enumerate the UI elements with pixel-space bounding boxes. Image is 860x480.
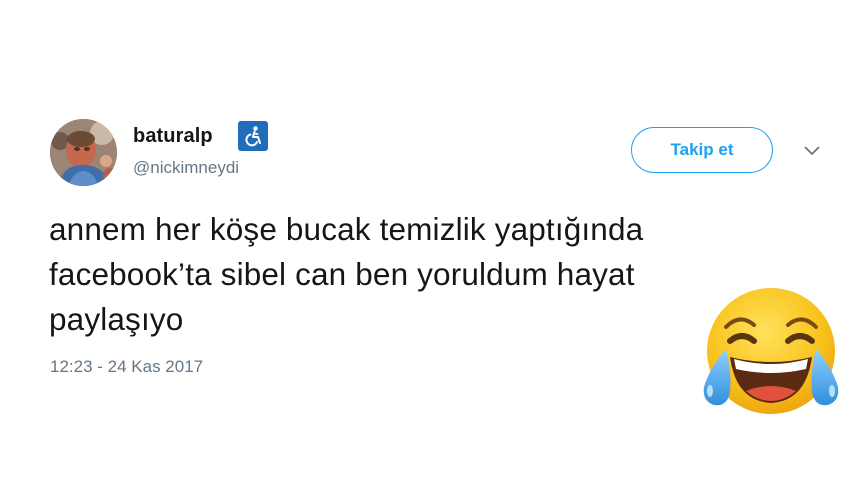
display-name[interactable]: baturalp [133,124,213,148]
wheelchair-accessibility-icon [238,121,268,151]
tweet-text-line: paylaşıyo [49,301,184,337]
user-handle[interactable]: @nickimneydi [133,158,239,178]
tears-of-joy-emoji [696,283,846,421]
tweet-timestamp[interactable]: 12:23 - 24 Kas 2017 [50,357,203,377]
tweet-text-line: facebook’ta sibel can ben yoruldum hayat [49,256,635,292]
avatar[interactable] [50,119,117,186]
follow-button[interactable]: Takip et [631,127,773,173]
tweet-text: annem her köşe bucak temizlik yaptığında… [49,207,789,342]
chevron-down-icon[interactable] [800,142,824,160]
profile-photo [50,119,117,186]
tweet-text-line: annem her köşe bucak temizlik yaptığında [49,211,644,247]
